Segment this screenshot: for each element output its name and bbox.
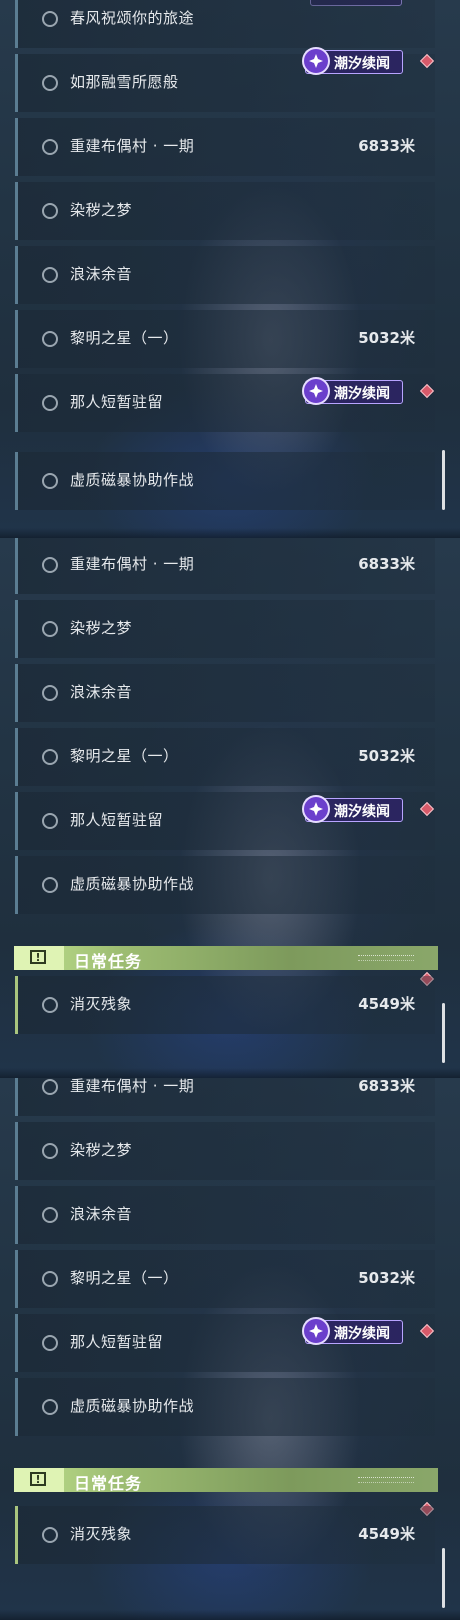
quest-name: 浪沫余音 — [70, 683, 133, 701]
quest-distance: 6833米 — [358, 137, 415, 155]
tidal-tag[interactable]: 潮汐续闻 — [302, 795, 403, 823]
daily-badge: ! — [14, 946, 64, 970]
daily-quests-header[interactable]: ! 日常任务 — [14, 946, 438, 971]
tidal-sparkle-icon — [302, 47, 330, 75]
quest-list-panel-1: 春风祝颂你的旅途 如那融雪所愿般 潮汐续闻 重建布偶村 · 一期 6833米 染… — [0, 0, 460, 538]
daily-quest-row[interactable]: 消灭残象 4549米 — [15, 976, 435, 1034]
quest-status-circle-icon[interactable] — [42, 331, 58, 347]
quest-status-circle-icon[interactable] — [42, 749, 58, 765]
quest-distance: 6833米 — [358, 1078, 415, 1095]
quest-name: 重建布偶村 · 一期 — [70, 137, 195, 155]
scrollbar-thumb[interactable] — [442, 1548, 445, 1608]
quest-status-circle-icon[interactable] — [42, 395, 58, 411]
quest-status-circle-icon[interactable] — [42, 203, 58, 219]
quest-status-circle-icon[interactable] — [42, 11, 58, 27]
quest-status-circle-icon[interactable] — [42, 1271, 58, 1287]
quest-row[interactable]: 春风祝颂你的旅途 — [15, 0, 435, 48]
quest-row[interactable]: 重建布偶村 · 一期 6833米 — [15, 538, 435, 594]
quest-name: 黎明之星（一） — [70, 1269, 179, 1287]
quest-status-circle-icon[interactable] — [42, 1143, 58, 1159]
quest-name: 虚质磁暴协助作战 — [70, 1397, 195, 1415]
quest-name: 重建布偶村 · 一期 — [70, 555, 195, 573]
quest-distance: 5032米 — [358, 329, 415, 347]
quest-row[interactable]: 浪沫余音 — [15, 664, 435, 722]
quest-name: 虚质磁暴协助作战 — [70, 875, 195, 893]
quest-status-circle-icon[interactable] — [42, 1207, 58, 1223]
section-title: 日常任务 — [74, 952, 143, 971]
quest-list-panel-3: 重建布偶村 · 一期 6833米 染秽之梦 浪沫余音 黎明之星（一） 5032米… — [0, 1078, 460, 1620]
quest-status-circle-icon[interactable] — [42, 1079, 58, 1095]
quest-distance: 5032米 — [358, 747, 415, 765]
tidal-sparkle-icon — [302, 795, 330, 823]
quest-name: 消灭残象 — [70, 995, 133, 1013]
quest-row[interactable]: 染秽之梦 — [15, 600, 435, 658]
quest-row[interactable]: 黎明之星（一） 5032米 — [15, 1250, 435, 1308]
tidal-sparkle-icon — [302, 1317, 330, 1345]
section-title: 日常任务 — [74, 1474, 143, 1493]
quest-row[interactable]: 虚质磁暴协助作战 — [15, 856, 435, 914]
tidal-tag[interactable]: 潮汐续闻 — [302, 47, 403, 75]
daily-quest-row[interactable]: 消灭残象 4549米 — [15, 1506, 435, 1564]
header-decoration — [358, 955, 414, 961]
quest-status-circle-icon[interactable] — [42, 1399, 58, 1415]
quest-name: 虚质磁暴协助作战 — [70, 471, 195, 489]
quest-name: 那人短暂驻留 — [70, 1333, 164, 1351]
daily-quests-header[interactable]: ! 日常任务 — [14, 1468, 438, 1493]
quest-tracker-screens: 春风祝颂你的旅途 如那融雪所愿般 潮汐续闻 重建布偶村 · 一期 6833米 染… — [0, 0, 460, 1620]
quest-status-circle-icon[interactable] — [42, 813, 58, 829]
quest-name: 染秽之梦 — [70, 1141, 133, 1159]
tidal-tag[interactable]: 潮汐续闻 — [302, 377, 403, 405]
quest-row[interactable]: 染秽之梦 — [15, 1122, 435, 1180]
quest-name: 如那融雪所愿般 — [70, 73, 179, 91]
quest-name: 黎明之星（一） — [70, 747, 179, 765]
quest-row[interactable]: 虚质磁暴协助作战 — [15, 1378, 435, 1436]
quest-status-circle-icon[interactable] — [42, 139, 58, 155]
quest-distance: 4549米 — [358, 1525, 415, 1543]
quest-status-circle-icon[interactable] — [42, 267, 58, 283]
tag-label: 潮汐续闻 — [334, 804, 390, 820]
exclamation-icon: ! — [30, 950, 46, 964]
quest-row[interactable]: 虚质磁暴协助作战 — [15, 452, 435, 510]
quest-status-circle-icon[interactable] — [42, 997, 58, 1013]
daily-badge: ! — [14, 1468, 64, 1492]
quest-row[interactable]: 黎明之星（一） 5032米 — [15, 728, 435, 786]
quest-list-panel-2: 重建布偶村 · 一期 6833米 染秽之梦 浪沫余音 黎明之星（一） 5032米… — [0, 538, 460, 1078]
quest-name: 染秽之梦 — [70, 201, 133, 219]
quest-row[interactable]: 浪沫余音 — [15, 246, 435, 304]
quest-name: 那人短暂驻留 — [70, 811, 164, 829]
quest-name: 浪沫余音 — [70, 1205, 133, 1223]
quest-status-circle-icon[interactable] — [42, 557, 58, 573]
quest-row[interactable]: 染秽之梦 — [15, 182, 435, 240]
quest-row[interactable]: 重建布偶村 · 一期 6833米 — [15, 118, 435, 176]
quest-status-circle-icon[interactable] — [42, 685, 58, 701]
tidal-sparkle-icon — [302, 377, 330, 405]
tag-label: 潮汐续闻 — [334, 1326, 390, 1342]
tag-label: 潮汐续闻 — [334, 56, 390, 72]
quest-name: 黎明之星（一） — [70, 329, 179, 347]
tidal-tag[interactable]: 潮汐续闻 — [302, 1317, 403, 1345]
quest-status-circle-icon[interactable] — [42, 877, 58, 893]
exclamation-icon: ! — [30, 1472, 46, 1486]
header-decoration — [358, 1477, 414, 1483]
quest-row[interactable]: 重建布偶村 · 一期 6833米 — [15, 1078, 435, 1116]
quest-status-circle-icon[interactable] — [42, 75, 58, 91]
quest-status-circle-icon[interactable] — [42, 473, 58, 489]
quest-distance: 4549米 — [358, 995, 415, 1013]
quest-row[interactable]: 黎明之星（一） 5032米 — [15, 310, 435, 368]
quest-name: 消灭残象 — [70, 1525, 133, 1543]
quest-name: 春风祝颂你的旅途 — [70, 9, 195, 27]
quest-row[interactable]: 浪沫余音 — [15, 1186, 435, 1244]
quest-name: 那人短暂驻留 — [70, 393, 164, 411]
scrollbar-thumb[interactable] — [442, 450, 445, 510]
quest-name: 重建布偶村 · 一期 — [70, 1078, 195, 1095]
tag-label: 潮汐续闻 — [334, 386, 390, 402]
scrollbar-thumb[interactable] — [442, 1003, 445, 1063]
quest-name: 染秽之梦 — [70, 619, 133, 637]
quest-distance: 6833米 — [358, 555, 415, 573]
quest-status-circle-icon[interactable] — [42, 621, 58, 637]
quest-status-circle-icon[interactable] — [42, 1527, 58, 1543]
quest-name: 浪沫余音 — [70, 265, 133, 283]
quest-distance: 5032米 — [358, 1269, 415, 1287]
quest-status-circle-icon[interactable] — [42, 1335, 58, 1351]
